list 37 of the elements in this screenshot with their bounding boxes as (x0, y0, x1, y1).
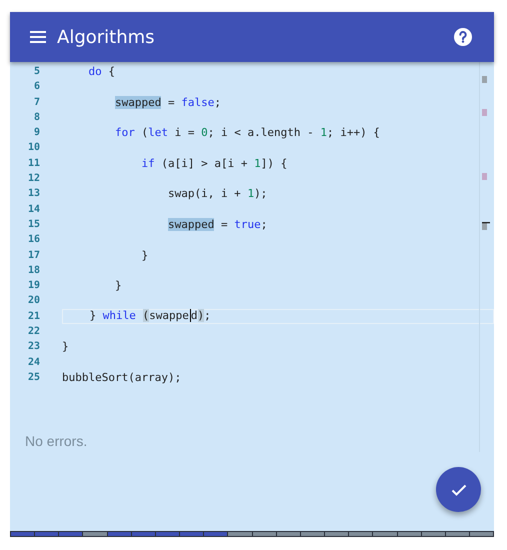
check-button[interactable] (436, 467, 481, 512)
line-number: 18 (26, 264, 40, 278)
line-number: 8 (32, 110, 40, 125)
check-icon (450, 484, 466, 496)
help-icon[interactable] (454, 28, 472, 46)
line-number: 12 (26, 172, 40, 186)
line-number: 13 (26, 187, 40, 202)
line-number: 21 (26, 310, 40, 324)
app-title: Algorithms (57, 26, 156, 48)
line-number: 15 (26, 218, 40, 232)
code-line[interactable]: swap(i, i + 1); (62, 186, 494, 202)
menu-icon[interactable] (30, 31, 46, 43)
line-number: 11 (26, 156, 40, 171)
line-number: 20 (26, 294, 40, 308)
line-number: 23 (26, 340, 40, 354)
code-line[interactable]: } (62, 248, 494, 263)
code-line[interactable]: if (a[i] > a[i + 1]) { (62, 156, 494, 172)
line-number: 22 (26, 325, 40, 340)
code-line[interactable]: swapped = false; (62, 94, 494, 110)
line-number: 24 (26, 356, 40, 370)
line-number: 5 (32, 65, 40, 79)
line-number: 7 (32, 96, 40, 110)
code-line[interactable]: swapped = true; (62, 216, 494, 232)
line-number: 19 (26, 279, 40, 294)
line-number: 6 (32, 80, 40, 94)
line-number: 17 (26, 248, 40, 263)
code-line[interactable]: } (62, 339, 494, 355)
line-number: 10 (26, 141, 40, 156)
code-line[interactable]: } (62, 278, 494, 294)
code-line[interactable]: for (let i = 0; i < a.length - 1; i++) { (62, 125, 494, 140)
code-line[interactable]: bubbleSort(array); (62, 370, 494, 386)
line-number: 14 (26, 202, 40, 217)
code-line[interactable]: do { (62, 64, 494, 80)
line-number: 25 (26, 370, 40, 385)
error-message: No errors. (25, 433, 88, 450)
line-number: 16 (26, 233, 40, 248)
line-number: 9 (32, 126, 40, 140)
